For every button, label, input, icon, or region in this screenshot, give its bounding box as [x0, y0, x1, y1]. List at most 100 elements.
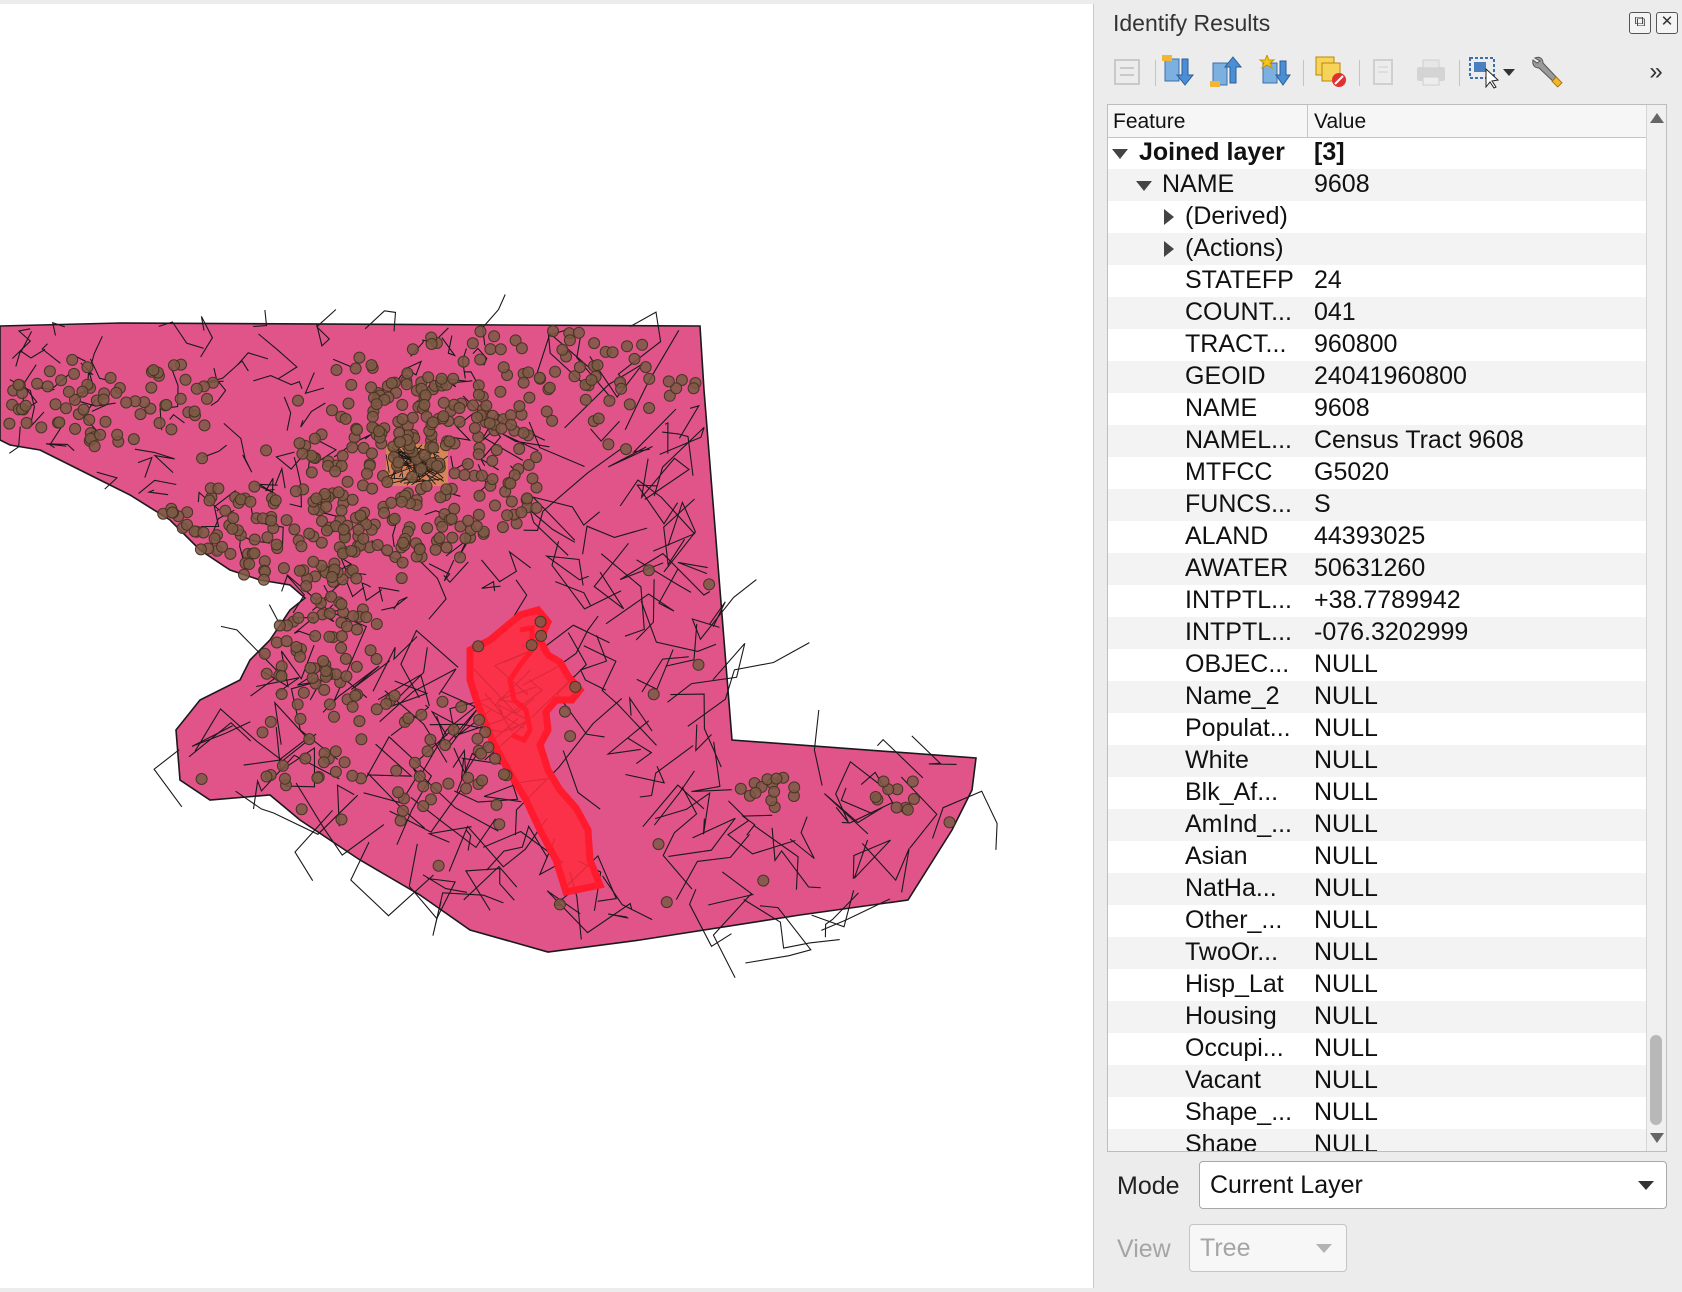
point-marker: [3, 417, 16, 430]
attribute-field: Asian: [1185, 842, 1248, 870]
attribute-value: 041: [1314, 298, 1356, 326]
mode-dropdown[interactable]: Current Layer: [1199, 1161, 1667, 1209]
point-marker: [325, 571, 338, 583]
expanded-arrow-icon[interactable]: [1112, 149, 1128, 159]
attribute-value: NULL: [1314, 1002, 1378, 1030]
point-marker: [294, 712, 307, 725]
point-marker: [890, 801, 903, 814]
attribute-row[interactable]: TwoOr... NULL: [1108, 937, 1647, 969]
collapsed-arrow-icon[interactable]: [1164, 241, 1174, 257]
attribute-row[interactable]: Hisp_Lat NULL: [1108, 969, 1647, 1001]
toolbar-overflow-button[interactable]: »: [1641, 52, 1671, 92]
scroll-down-arrow-icon[interactable]: [1650, 1133, 1664, 1143]
point-marker: [310, 492, 323, 505]
attribute-row[interactable]: Occupi... NULL: [1108, 1033, 1647, 1065]
point-marker: [869, 791, 882, 803]
point-marker: [415, 708, 428, 721]
map-canvas[interactable]: [0, 4, 1094, 1288]
point-marker: [127, 433, 140, 446]
point-marker: [490, 798, 503, 811]
point-marker: [943, 816, 956, 829]
view-label: View: [1117, 1235, 1171, 1263]
point-marker: [342, 397, 355, 410]
layer-node[interactable]: Joined layer [3]: [1108, 137, 1647, 169]
point-marker: [406, 343, 419, 356]
attribute-row[interactable]: White NULL: [1108, 745, 1647, 777]
clear-results-icon[interactable]: [1311, 52, 1351, 92]
collapsed-arrow-icon[interactable]: [1164, 209, 1174, 225]
actions-node[interactable]: (Actions): [1108, 233, 1647, 265]
point-marker: [906, 775, 919, 788]
point-marker: [307, 611, 320, 624]
expand-tree-icon[interactable]: [1107, 52, 1147, 92]
feature-column-header[interactable]: Feature: [1113, 110, 1185, 134]
attribute-row[interactable]: Housing NULL: [1108, 1001, 1647, 1033]
attribute-row[interactable]: AWATER 50631260: [1108, 553, 1647, 585]
select-dropdown-icon[interactable]: [1497, 52, 1521, 92]
attribute-value: NULL: [1314, 970, 1378, 998]
attribute-row[interactable]: INTPTL... +38.7789942: [1108, 585, 1647, 617]
expand-all-icon[interactable]: [1159, 52, 1199, 92]
float-panel-button[interactable]: ⧉: [1629, 12, 1651, 34]
attribute-row[interactable]: NatHa... NULL: [1108, 873, 1647, 905]
point-marker: [366, 410, 379, 423]
attribute-row[interactable]: Other_... NULL: [1108, 905, 1647, 937]
attribute-row[interactable]: Shape NULL: [1108, 1129, 1647, 1151]
point-marker: [392, 786, 405, 799]
point-marker: [473, 489, 486, 502]
settings-wrench-icon[interactable]: [1527, 52, 1567, 92]
point-marker: [306, 672, 319, 684]
attribute-row[interactable]: Blk_Af... NULL: [1108, 777, 1647, 809]
attribute-row[interactable]: Name_2 NULL: [1108, 681, 1647, 713]
attribute-row[interactable]: MTFCC G5020: [1108, 457, 1647, 489]
feature-node[interactable]: NAME 9608: [1108, 169, 1647, 201]
scroll-thumb[interactable]: [1650, 1035, 1662, 1125]
print-icon[interactable]: [1411, 52, 1451, 92]
attribute-row[interactable]: COUNT... 041: [1108, 297, 1647, 329]
attribute-value: NULL: [1314, 906, 1378, 934]
expand-new-results-icon[interactable]: [1255, 52, 1295, 92]
point-marker: [457, 355, 470, 368]
attribute-row[interactable]: ALAND 44393025: [1108, 521, 1647, 553]
point-marker: [421, 745, 434, 758]
attribute-field: GEOID: [1185, 362, 1266, 390]
point-marker: [396, 556, 409, 569]
point-marker: [513, 400, 526, 413]
attribute-row[interactable]: Populat... NULL: [1108, 713, 1647, 745]
collapse-all-icon[interactable]: [1207, 52, 1247, 92]
attribute-value: 960800: [1314, 330, 1398, 358]
attribute-row[interactable]: Asian NULL: [1108, 841, 1647, 873]
point-marker: [515, 342, 528, 355]
attribute-row[interactable]: STATEFP 24: [1108, 265, 1647, 297]
derived-node[interactable]: (Derived): [1108, 201, 1647, 233]
attribute-row[interactable]: INTPTL... -076.3202999: [1108, 617, 1647, 649]
point-marker: [493, 818, 506, 831]
expanded-arrow-icon[interactable]: [1136, 181, 1152, 191]
scroll-up-arrow-icon[interactable]: [1650, 113, 1664, 123]
point-marker: [310, 592, 323, 605]
view-dropdown[interactable]: Tree: [1189, 1224, 1347, 1272]
attribute-row[interactable]: TRACT... 960800: [1108, 329, 1647, 361]
point-marker: [341, 475, 354, 488]
copy-feature-icon[interactable]: [1363, 52, 1403, 92]
point-marker: [501, 509, 514, 522]
map-layers: [0, 294, 998, 979]
value-column-header[interactable]: Value: [1314, 110, 1366, 134]
attribute-row[interactable]: AmInd_... NULL: [1108, 809, 1647, 841]
point-marker: [88, 440, 101, 453]
attribute-row[interactable]: NAME 9608: [1108, 393, 1647, 425]
close-panel-button[interactable]: ✕: [1656, 12, 1678, 34]
attribute-row[interactable]: OBJEC... NULL: [1108, 649, 1647, 681]
point-marker: [579, 393, 592, 406]
point-marker: [388, 512, 401, 525]
tree-vertical-scrollbar[interactable]: [1646, 105, 1666, 1151]
attribute-row[interactable]: Shape_... NULL: [1108, 1097, 1647, 1129]
point-marker: [174, 392, 187, 405]
attribute-row[interactable]: Vacant NULL: [1108, 1065, 1647, 1097]
chevron-down-icon: [1316, 1244, 1332, 1253]
attribute-row[interactable]: GEOID 24041960800: [1108, 361, 1647, 393]
attribute-field: Populat...: [1185, 714, 1291, 742]
attribute-row[interactable]: NAMEL... Census Tract 9608: [1108, 425, 1647, 457]
attribute-row[interactable]: FUNCS... S: [1108, 489, 1647, 521]
point-marker: [563, 334, 576, 347]
